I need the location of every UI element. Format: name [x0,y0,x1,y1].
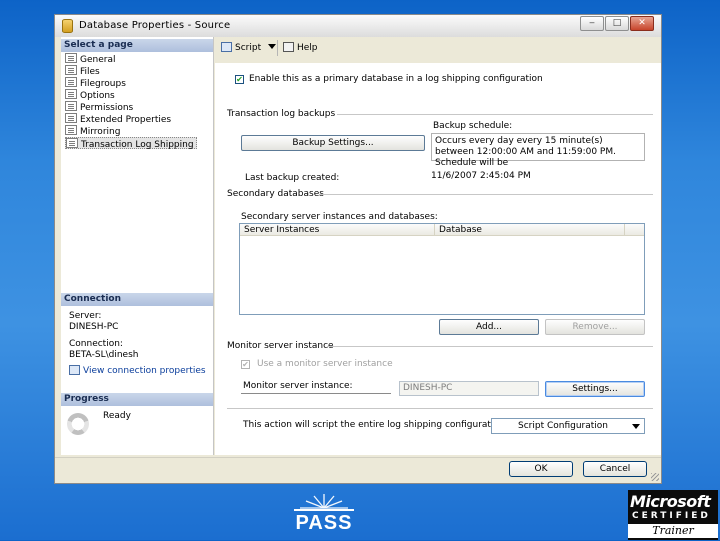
column-header-database[interactable]: Database [434,224,624,236]
group-divider [337,114,653,115]
select-page-header: Select a page [61,39,213,52]
page-permissions[interactable]: Permissions [65,101,133,113]
toolbar-separator [277,40,278,56]
dropdown-arrow-icon [632,424,640,429]
backup-schedule-text: Occurs every day every 15 minute(s) betw… [431,133,645,168]
page-icon [66,138,78,148]
page-icon [65,77,77,87]
last-backup-value: 11/6/2007 2:45:04 PM [431,171,531,181]
connection-value: BETA-SL\dinesh [69,350,139,360]
page-extended-properties[interactable]: Extended Properties [65,113,171,125]
progress-area: Ready [61,399,213,449]
page-label: Mirroring [80,127,121,137]
pass-logo-text: PASS [295,512,353,534]
secondary-databases-list[interactable]: Server Instances Database [239,223,645,315]
resize-grip-icon[interactable] [651,473,659,481]
monitor-group-label: Monitor server instance [227,341,334,351]
remove-button[interactable]: Remove... [545,319,645,335]
group-divider [319,194,653,195]
progress-spinner-icon [67,413,89,435]
right-pane: Script Help ✔ Enable this as a primary d… [215,37,661,455]
page-icon [65,65,77,75]
last-backup-label: Last backup created: [245,173,340,183]
page-options[interactable]: Options [65,89,115,101]
script-button[interactable]: Script [221,42,261,53]
page-icon [65,125,77,135]
connection-label: Connection: [69,339,123,349]
microsoft-certified-trainer-logo: Microsoft CERTIFIED Trainer [628,490,718,540]
group-divider [327,346,653,347]
connection-properties-icon [69,365,80,375]
title-bar[interactable]: Database Properties - Source ‒ □ ✕ [55,15,661,37]
page-label: Filegroups [80,79,126,89]
page-general[interactable]: General [65,53,115,65]
help-button[interactable]: Help [283,42,318,53]
page-label: Permissions [80,103,134,113]
ms-logo-line2: CERTIFIED [632,511,711,521]
monitor-instance-field[interactable]: DINESH-PC [399,381,539,396]
page-mirroring[interactable]: Mirroring [65,125,120,137]
backup-settings-button[interactable]: Backup Settings... [241,135,425,151]
monitor-settings-button[interactable]: Settings... [545,381,645,397]
database-properties-dialog: Database Properties - Source ‒ □ ✕ Selec… [54,14,662,484]
script-configuration-label: Script Configuration [518,421,608,431]
use-monitor-checkbox[interactable]: ✔ [241,360,250,369]
script-icon [221,42,232,52]
page-label: Extended Properties [80,115,172,125]
pass-logo: PASS [292,492,356,538]
page-icon [65,89,77,99]
ms-logo-line3: Trainer [628,524,718,538]
server-value: DINESH-PC [69,322,119,332]
script-configuration-dropdown[interactable]: Script Configuration [491,418,645,434]
monitor-instance-underline [241,393,391,394]
page-transaction-log-shipping[interactable]: Transaction Log Shipping [65,137,197,150]
maximize-button[interactable]: □ [605,16,629,31]
view-connection-properties-label: View connection properties [83,366,206,376]
secondary-list-label: Secondary server instances and databases… [241,212,438,222]
cancel-button[interactable]: Cancel [583,461,647,477]
secondary-db-group-label: Secondary databases [227,189,324,199]
page-label: Files [80,67,100,77]
column-header-filler [624,224,644,236]
script-dropdown-arrow-icon[interactable] [268,44,276,49]
page-icon [65,101,77,111]
script-note: This action will script the entire log s… [243,420,508,430]
server-label: Server: [69,311,102,321]
tlog-backups-group-label: Transaction log backups [227,109,336,119]
window-title: Database Properties - Source [79,20,231,31]
footer-divider [55,457,661,458]
page-icon [65,53,77,63]
help-icon [283,42,294,52]
page-icon [65,113,77,123]
enable-primary-checkbox[interactable]: ✔ [235,75,244,84]
help-label: Help [297,43,318,53]
ok-button[interactable]: OK [509,461,573,477]
add-button[interactable]: Add... [439,319,539,335]
view-connection-properties-link[interactable]: View connection properties [69,365,206,376]
page-label: Options [80,91,115,101]
page-label: General [80,55,116,65]
script-label: Script [235,43,262,53]
use-monitor-label: Use a monitor server instance [257,359,393,369]
backup-schedule-label: Backup schedule: [433,121,513,131]
column-header-server-instances[interactable]: Server Instances [240,224,434,236]
minimize-button[interactable]: ‒ [580,16,604,31]
left-pane: Select a page General Files Filegroups O… [61,37,214,455]
database-icon [62,19,73,33]
group-divider [227,408,653,409]
page-label: Transaction Log Shipping [81,140,194,150]
ms-logo-line1: Microsoft [630,492,711,511]
monitor-instance-label: Monitor server instance: [243,381,353,391]
enable-primary-label: Enable this as a primary database in a l… [249,74,543,84]
page-files[interactable]: Files [65,65,100,77]
connection-header: Connection [61,293,213,306]
progress-status: Ready [103,411,131,421]
page-filegroups[interactable]: Filegroups [65,77,126,89]
toolbar: Script Help [215,37,661,59]
close-button[interactable]: ✕ [630,16,654,31]
log-shipping-content: ✔ Enable this as a primary database in a… [215,63,661,455]
